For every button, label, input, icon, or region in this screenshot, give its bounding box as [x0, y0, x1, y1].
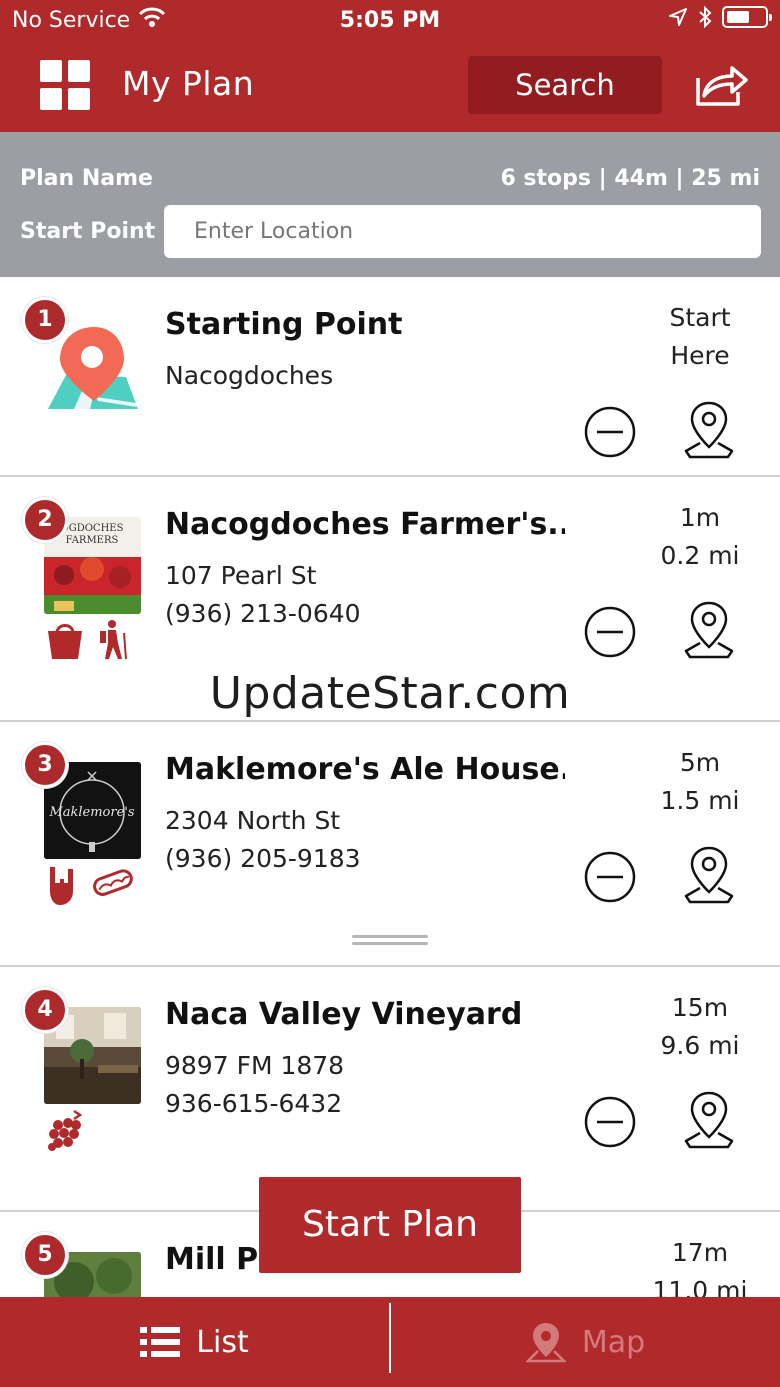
plan-info-bar: Plan Name 6 stops | 44m | 25 mi Start Po… — [0, 132, 780, 277]
stop-name: Maklemore's Ale House... — [165, 752, 565, 787]
rock-hand-icon — [50, 867, 73, 905]
remove-stop-icon[interactable] — [583, 405, 637, 459]
stop-row[interactable]: 4 Naca Valley Vineyard 9897 FM 1878 936-… — [0, 965, 780, 1210]
category-icons — [44, 619, 128, 661]
search-button[interactable]: Search — [468, 56, 662, 114]
thumb-text-line1: OGDOCHES — [61, 523, 124, 534]
share-icon[interactable] — [692, 62, 750, 108]
location-arrow-icon — [669, 8, 687, 26]
stop-phone[interactable]: (936) 205-9183 — [165, 844, 361, 873]
tab-map[interactable]: Map — [391, 1297, 780, 1387]
stop-address: 9897 FM 1878 — [165, 1051, 345, 1080]
start-plan-button[interactable]: Start Plan — [259, 1177, 521, 1273]
stop-distance-value: Here — [670, 341, 730, 370]
stop-address: 2304 North St — [165, 806, 341, 835]
stop-name: Naca Valley Vineyard — [165, 997, 523, 1032]
stop-number-badge: 2 — [22, 497, 68, 543]
stop-time-value: Start — [669, 303, 731, 332]
stop-distance-value: 0.2 mi — [660, 541, 740, 570]
navigate-pin-icon[interactable] — [680, 399, 738, 463]
plan-name-label[interactable]: Plan Name — [20, 166, 153, 191]
stop-time-value: 17m — [671, 1238, 729, 1267]
stop-row[interactable]: 1 Starting Point Nacogdoches Start Here — [0, 277, 780, 475]
watermark-text: UpdateStar.com — [209, 668, 571, 719]
stop-distance-value: 9.6 mi — [660, 1031, 740, 1060]
stop-time-value: 1m — [679, 503, 721, 532]
thumb-text-line2: FARMERS — [66, 535, 119, 546]
remove-stop-icon[interactable] — [583, 850, 637, 904]
plan-stats: 6 stops | 44m | 25 mi — [500, 166, 760, 191]
map-pin-icon — [525, 1323, 566, 1363]
hiker-icon — [100, 620, 127, 660]
stop-time-value: 15m — [671, 993, 729, 1022]
bottom-tab-bar: List Map — [0, 1297, 780, 1387]
bluetooth-icon — [699, 6, 712, 28]
stop-number-badge: 3 — [22, 742, 68, 788]
navigate-pin-icon[interactable] — [680, 599, 738, 663]
category-icons — [44, 865, 134, 907]
tab-list[interactable]: List — [0, 1297, 389, 1387]
stop-name: Nacogdoches Farmer's... — [165, 507, 565, 542]
tab-map-label: Map — [581, 1324, 646, 1360]
app-header: No Service 5:05 PM My Plan Search — [0, 0, 780, 132]
start-point-label: Start Point — [20, 219, 156, 244]
menu-grid-icon[interactable] — [40, 60, 92, 112]
status-bar: No Service 5:05 PM — [0, 0, 780, 40]
grapes-icon — [48, 1109, 83, 1151]
stop-number-badge: 5 — [22, 1232, 68, 1278]
hotdog-icon — [93, 869, 133, 896]
battery-icon — [722, 6, 772, 28]
stop-time: 15m 9.6 mi — [640, 989, 760, 1065]
tab-list-label: List — [196, 1324, 249, 1360]
stop-phone[interactable]: (936) 213-0640 — [165, 599, 361, 628]
category-icons — [44, 1109, 86, 1151]
remove-stop-icon[interactable] — [583, 605, 637, 659]
status-icons — [668, 6, 772, 28]
drag-handle[interactable] — [352, 935, 428, 947]
stop-time: 1m 0.2 mi — [640, 499, 760, 575]
start-location-input[interactable] — [164, 205, 761, 258]
stop-time-value: 5m — [679, 748, 721, 777]
navigate-pin-icon[interactable] — [680, 1089, 738, 1153]
list-icon — [140, 1327, 181, 1357]
navigate-pin-icon[interactable] — [680, 844, 738, 908]
stop-number-badge: 4 — [22, 987, 68, 1033]
stop-phone[interactable]: 936-615-6432 — [165, 1089, 342, 1118]
page-title: My Plan — [122, 64, 255, 103]
remove-stop-icon[interactable] — [583, 1095, 637, 1149]
stop-row[interactable]: 3 Maklemore's Maklemore's Ale House... 2… — [0, 720, 780, 965]
stop-name: Starting Point — [165, 307, 403, 342]
stop-time: 5m 1.5 mi — [640, 744, 760, 820]
thumb-text: Maklemore's — [48, 805, 134, 820]
clock: 5:05 PM — [339, 8, 441, 33]
shopping-bag-icon — [48, 624, 82, 659]
stop-city: Nacogdoches — [165, 361, 334, 390]
stop-number-badge: 1 — [22, 297, 68, 343]
stop-time: Start Here — [640, 299, 760, 375]
stop-distance-value: 1.5 mi — [660, 786, 740, 815]
stop-address: 107 Pearl St — [165, 561, 317, 590]
